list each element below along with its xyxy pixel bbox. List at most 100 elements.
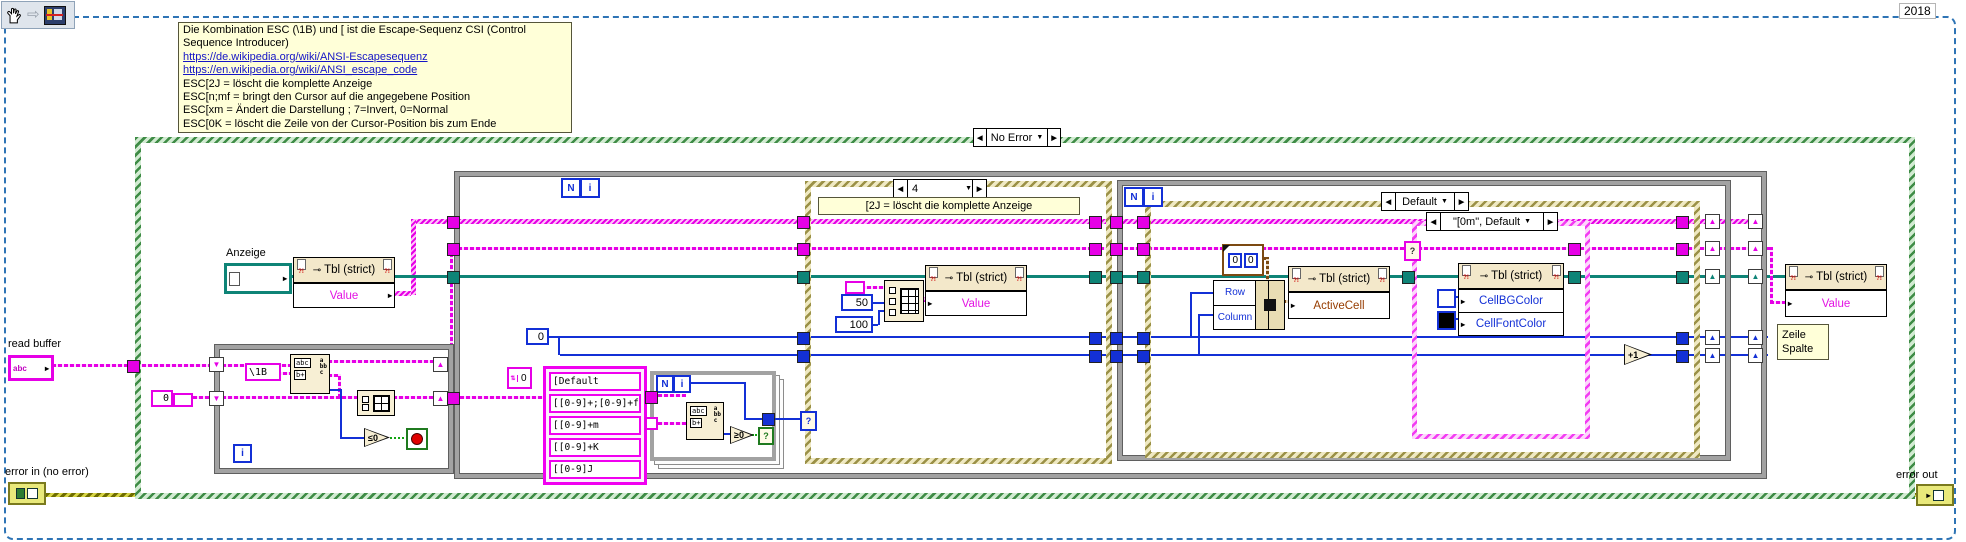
constant-escape[interactable]: \1B <box>245 363 281 381</box>
iteration-terminal[interactable]: i <box>673 375 691 393</box>
tunnel-string-array[interactable] <box>1089 216 1102 229</box>
property-row-value[interactable]: ▸ Value <box>926 291 1026 315</box>
shift-register-up[interactable]: ▲ <box>1705 214 1720 229</box>
property-node-active-cell[interactable]: ?! ⊸ Tbl (strict) ?! ▸ ActiveCell <box>1288 266 1390 319</box>
tunnel-numeric[interactable] <box>1137 350 1150 363</box>
tunnel-numeric[interactable] <box>1676 350 1689 363</box>
cluster-value[interactable]: 0 <box>1244 252 1258 268</box>
shift-register-up[interactable]: ▲ <box>433 391 448 406</box>
constant-zero-string[interactable]: 0 <box>151 390 173 407</box>
loop-count-terminal[interactable]: N <box>656 375 674 393</box>
control-ref-anzeige[interactable]: ▸ <box>224 263 292 294</box>
tunnel-numeric[interactable] <box>797 332 810 345</box>
cluster-constant-position[interactable]: 0 0 <box>1222 244 1264 276</box>
build-array-icon[interactable] <box>357 390 395 416</box>
constant-init-rows[interactable]: 50 <box>841 294 873 311</box>
iteration-terminal[interactable]: i <box>1143 187 1163 207</box>
tunnel-string-array[interactable] <box>1137 216 1150 229</box>
shift-register-up[interactable]: ▲ <box>433 357 448 372</box>
forward-arrow-icon[interactable]: ⇨ <box>27 6 40 24</box>
case-selector-default[interactable]: ◀ Default ▼ ▶ <box>1381 192 1469 211</box>
color-box-black[interactable] <box>1437 311 1456 330</box>
tunnel-string[interactable] <box>797 243 810 256</box>
tunnel-string[interactable] <box>447 392 460 405</box>
previous-case-icon[interactable]: ◀ <box>894 180 908 197</box>
wiki-link-en[interactable]: https://en.wikipedia.org/wiki/ANSI_escap… <box>183 64 567 77</box>
tunnel-string[interactable] <box>1137 243 1150 256</box>
shift-register-up[interactable]: ▲ <box>1705 348 1720 363</box>
property-row-cell-font[interactable]: ▸ CellFontColor <box>1459 312 1563 335</box>
iteration-terminal[interactable]: i <box>580 178 600 198</box>
error-in-control[interactable] <box>8 482 46 505</box>
property-row-cell-bg[interactable]: ▸ CellBGColor <box>1459 289 1563 312</box>
shift-register-down[interactable]: ▼ <box>209 391 224 406</box>
case-selector-style-inner[interactable]: ◀ "[0m", Default ▼ ▶ <box>1426 212 1558 231</box>
array-index-display[interactable]: ⇅ 0 <box>507 367 532 389</box>
regex-item[interactable]: [[0-9]+K <box>549 438 641 457</box>
regex-item[interactable]: [Default <box>549 372 641 391</box>
shift-register-up[interactable]: ▲ <box>1748 330 1763 345</box>
previous-case-icon[interactable]: ◀ <box>974 129 987 146</box>
tunnel-string[interactable] <box>1110 243 1123 256</box>
loop-count-terminal[interactable]: N <box>1124 187 1144 207</box>
next-case-icon[interactable]: ▶ <box>1454 193 1468 210</box>
tunnel-numeric[interactable] <box>1137 332 1150 345</box>
tunnel-numeric[interactable] <box>1089 332 1102 345</box>
case-selector-terminal[interactable]: ? <box>1404 241 1421 261</box>
tunnel-reference[interactable] <box>1110 271 1123 284</box>
property-node-display-write-final[interactable]: ?! ⊸ Tbl (strict) ?! ▸ Value <box>1785 264 1887 317</box>
tunnel-reference[interactable] <box>447 271 460 284</box>
regex-item[interactable]: [[0-9]+;[0-9]+f <box>549 394 641 413</box>
tunnel-string-array[interactable] <box>797 216 810 229</box>
constant-init-cols[interactable]: 100 <box>835 316 873 333</box>
property-row-value[interactable]: Value ▸ <box>294 283 394 307</box>
property-row-active-cell[interactable]: ▸ ActiveCell <box>1289 292 1389 318</box>
property-node-display-read[interactable]: ?! ⊸ Tbl (strict) ?! Value ▸ <box>293 257 395 308</box>
tunnel-reference[interactable] <box>1137 271 1150 284</box>
tunnel-string-array[interactable] <box>447 216 460 229</box>
index-scroll-icon[interactable]: ⇅ <box>509 374 518 382</box>
constant-empty-string[interactable] <box>845 281 865 294</box>
shift-register-up[interactable]: ▲ <box>1748 241 1763 256</box>
color-box-white[interactable] <box>1437 289 1456 308</box>
tunnel-reference[interactable] <box>1089 271 1102 284</box>
diagram-tool-icon[interactable] <box>43 5 66 25</box>
shift-register-up[interactable]: ▲ <box>1748 214 1763 229</box>
match-pattern-icon[interactable]: abc b+ a bb c <box>290 354 330 394</box>
tunnel-string-array[interactable] <box>1676 216 1689 229</box>
property-row-value[interactable]: ▸ Value <box>1786 290 1886 316</box>
match-pattern-icon[interactable]: abc b+ a bb c <box>686 402 724 440</box>
tunnel-string[interactable] <box>1089 243 1102 256</box>
next-case-icon[interactable]: ▶ <box>1543 213 1557 230</box>
shift-register-up[interactable]: ▲ <box>1705 241 1720 256</box>
regex-item[interactable]: [[0-9]J <box>549 460 641 479</box>
tunnel-string[interactable] <box>645 391 658 404</box>
wiki-link-de[interactable]: https://de.wikipedia.org/wiki/ANSI-Escap… <box>183 51 567 64</box>
previous-case-icon[interactable]: ◀ <box>1427 213 1441 230</box>
tunnel-numeric[interactable] <box>1110 350 1123 363</box>
tunnel-numeric[interactable] <box>797 350 810 363</box>
tunnel-numeric[interactable] <box>1110 332 1123 345</box>
regex-array-constant[interactable]: [Default [[0-9]+;[0-9]+f [[0-9]+m [[0-9]… <box>543 366 647 485</box>
constant-zero-number[interactable]: 0 <box>526 328 549 345</box>
previous-case-icon[interactable]: ◀ <box>1382 193 1396 210</box>
next-case-icon[interactable]: ▶ <box>1047 129 1060 146</box>
next-case-icon[interactable]: ▶ <box>972 180 986 197</box>
tunnel-string[interactable] <box>1676 243 1689 256</box>
hand-tool-icon[interactable] <box>5 6 23 24</box>
regex-item[interactable]: [[0-9]+m <box>549 416 641 435</box>
tunnel-numeric[interactable] <box>1089 350 1102 363</box>
case-selector-error[interactable]: ◀ No Error ▼ ▶ <box>973 128 1061 147</box>
bundle-name-list[interactable]: Row Column <box>1213 280 1257 330</box>
case-selector-terminal[interactable]: ? <box>800 411 817 431</box>
tunnel-reference[interactable] <box>1568 271 1581 284</box>
tunnel-reference[interactable] <box>797 271 810 284</box>
cluster-value[interactable]: 0 <box>1228 252 1242 268</box>
error-out-indicator[interactable]: ▸ <box>1916 484 1954 506</box>
dropdown-icon[interactable]: ▼ <box>1036 134 1043 141</box>
dropdown-icon[interactable]: ▼ <box>1441 198 1448 205</box>
bundle-column-label[interactable]: Column <box>1214 306 1256 330</box>
bundle-row-label[interactable]: Row <box>1214 281 1256 306</box>
tunnel-auto-index[interactable] <box>645 417 658 430</box>
bundle-node[interactable] <box>1255 280 1285 330</box>
